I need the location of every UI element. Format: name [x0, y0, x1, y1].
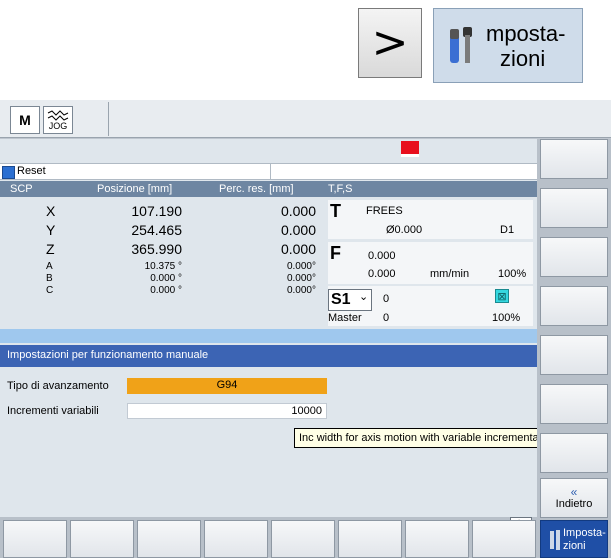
next-key[interactable]: > — [358, 8, 422, 78]
hsk-2[interactable] — [70, 520, 134, 558]
reset-label: Reset — [17, 165, 46, 177]
dropdown-arrow-icon: ⌄ — [359, 291, 369, 303]
hsk-6[interactable] — [338, 520, 402, 558]
spindle-override: 100% — [492, 312, 521, 324]
spindle-master-label: Master — [328, 312, 362, 324]
axes-header: SCP Posizione [mm] Perc. res. [mm] — [0, 181, 322, 197]
header-strip — [0, 100, 611, 138]
status-row — [0, 139, 537, 164]
tool-name: FREES — [366, 205, 403, 217]
settings-key-callout[interactable]: mposta- zioni — [433, 8, 583, 83]
hsk-5[interactable] — [271, 520, 335, 558]
feed-override: 100% — [498, 268, 527, 280]
hsk-4[interactable] — [204, 520, 268, 558]
vsk-7[interactable] — [540, 433, 608, 473]
spindle-setpoint: 0 — [383, 293, 390, 305]
header-divider — [108, 102, 109, 136]
vsk-5[interactable] — [540, 335, 608, 375]
axis-row: C 0.000 ° 0.000° — [46, 285, 316, 296]
var-inc-label: Incrementi variabili — [7, 405, 99, 417]
feed-type-field[interactable]: G94 — [127, 378, 327, 394]
hsk-7[interactable] — [405, 520, 469, 558]
spindle-actual: 0 — [383, 312, 390, 324]
feed-type-label: Tipo di avanzamento — [7, 380, 109, 392]
hsk-8[interactable] — [472, 520, 536, 558]
alarm-indicator-icon — [401, 141, 419, 157]
double-chevron-left-icon: « — [570, 484, 578, 499]
vsk-3[interactable] — [540, 237, 608, 277]
axis-row: A 10.375 ° 0.000° — [46, 261, 316, 272]
feed-unit: mm/min — [430, 268, 470, 280]
back-button[interactable]: « Indietro — [540, 478, 608, 518]
tool-box: T FREES Ø0.000 D1 — [328, 200, 533, 239]
jog-mode-icon[interactable]: JOG — [43, 106, 73, 134]
vsk-4[interactable] — [540, 286, 608, 326]
tool-d: D1 — [500, 224, 515, 236]
col-distance: Perc. res. [mm] — [219, 183, 294, 195]
tfs-header: T,F,S — [322, 181, 537, 197]
machine-area-icon[interactable]: M — [10, 106, 40, 134]
hsk-1[interactable] — [3, 520, 67, 558]
vsk-6[interactable] — [540, 384, 608, 424]
feed-setpoint: 0.000 — [368, 250, 396, 262]
wrench-screwdriver-icon — [450, 27, 472, 63]
channel-status-row: Reset — [0, 164, 537, 180]
message-line — [0, 329, 537, 343]
settings-softkey-active[interactable]: Imposta-zioni — [540, 520, 608, 558]
hsk-3[interactable] — [137, 520, 201, 558]
settings-title: Impostazioni per funzionamento manuale — [0, 345, 537, 367]
tool-diameter: Ø0.000 — [386, 224, 423, 236]
vsk-1[interactable] — [540, 139, 608, 179]
col-position: Posizione [mm] — [97, 183, 173, 195]
vsk-2[interactable] — [540, 188, 608, 228]
reset-status-icon — [2, 166, 15, 179]
axis-row: X 107.190 0.000 — [46, 203, 316, 219]
settings-key-label: mposta- zioni — [486, 21, 566, 71]
spindle-select[interactable]: S1 ⌄ — [328, 289, 372, 311]
chevron-right-icon: > — [371, 17, 409, 68]
axis-row: Z 365.990 0.000 — [46, 241, 316, 257]
axis-row: Y 254.465 0.000 — [46, 222, 316, 238]
jog-wave-icon — [47, 109, 69, 121]
axes-table: X 107.190 0.000 Y 254.465 0.000 Z 365.990 0.00… — [0, 197, 322, 329]
feed-box: F 0.000 0.000 mm/min 100% — [328, 242, 533, 284]
var-inc-field[interactable]: 10000 — [127, 403, 327, 419]
spindle-stop-icon: ⊠ — [495, 289, 509, 303]
wrench-screwdriver-icon — [550, 530, 560, 550]
feed-actual: 0.000 — [368, 268, 396, 280]
axis-row: B 0.000 ° 0.000° — [46, 273, 316, 284]
col-scp: SCP — [10, 183, 33, 195]
